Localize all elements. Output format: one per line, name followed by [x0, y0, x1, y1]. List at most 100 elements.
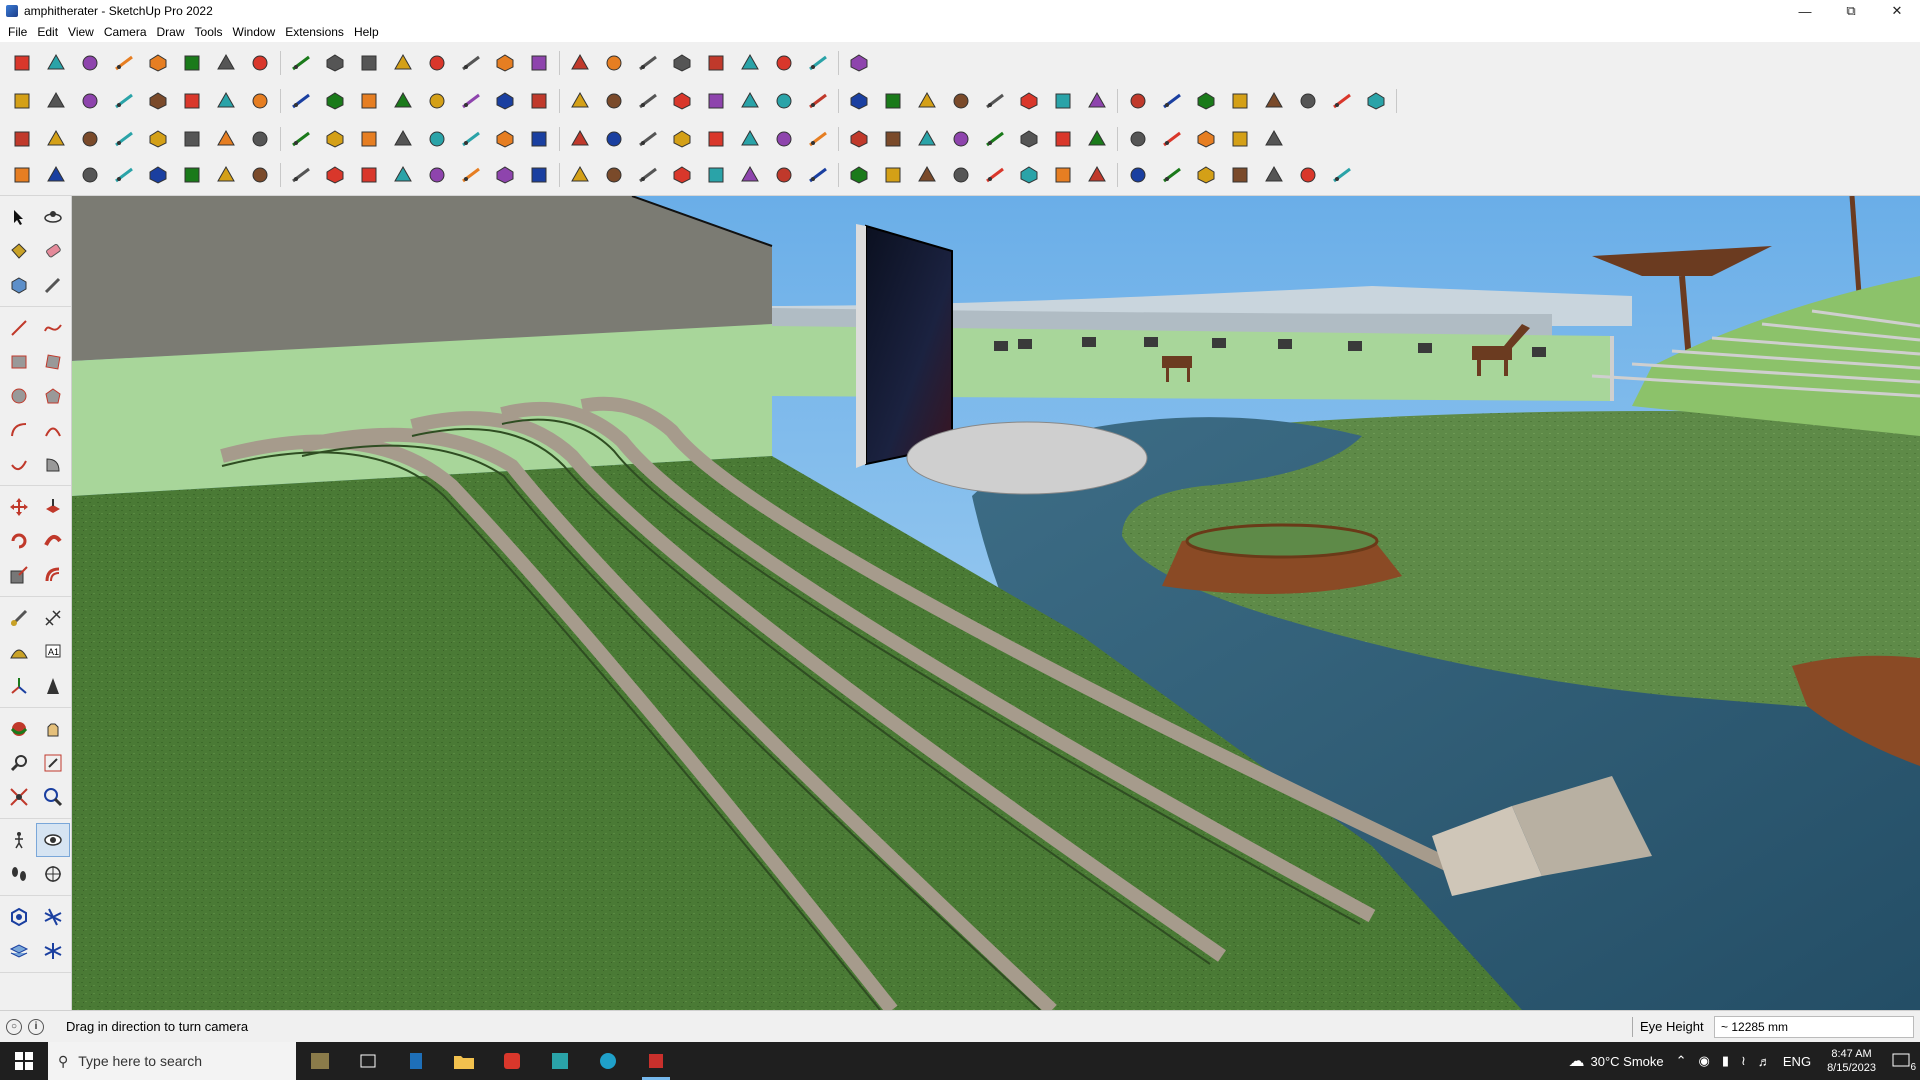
push-icon[interactable] — [110, 87, 138, 115]
brush-icon[interactable] — [770, 87, 798, 115]
acrobat-icon[interactable] — [488, 1042, 536, 1080]
tape-measure-tool-icon[interactable] — [2, 601, 36, 635]
measurements-box[interactable]: ~ 12285 mm — [1714, 1016, 1914, 1038]
grid-orange-2-icon[interactable] — [1124, 125, 1152, 153]
stairs-16-icon[interactable] — [1260, 161, 1288, 189]
shape-9-icon[interactable] — [1083, 87, 1111, 115]
stairs-9-icon[interactable] — [1015, 161, 1043, 189]
orbit-tool-icon[interactable] — [36, 200, 70, 234]
stairs-6-icon[interactable] — [913, 161, 941, 189]
select-icon[interactable] — [42, 49, 70, 77]
shape-1-icon[interactable] — [804, 87, 832, 115]
zoom-extents-icon[interactable] — [600, 49, 628, 77]
taskbar-search[interactable]: ⚲ Type here to search — [48, 1042, 296, 1080]
minimize-button[interactable]: — — [1782, 0, 1828, 22]
paint-bucket-icon[interactable] — [457, 49, 485, 77]
task-view-icon[interactable] — [344, 1042, 392, 1080]
look-around-icon[interactable] — [36, 823, 70, 857]
shape-6-icon[interactable] — [981, 87, 1009, 115]
stairs-17-icon[interactable] — [1294, 161, 1322, 189]
previous-view-icon[interactable] — [36, 780, 70, 814]
three-point-arc-icon[interactable] — [2, 447, 36, 481]
pencil-icon[interactable] — [110, 49, 138, 77]
dots-curve-icon[interactable] — [42, 161, 70, 189]
cursor-icon[interactable] — [736, 87, 764, 115]
shape-e-icon[interactable] — [287, 161, 315, 189]
section-plane-icon[interactable] — [36, 857, 70, 891]
battery-icon[interactable]: ▮ — [1722, 1053, 1729, 1069]
tape-measure-icon[interactable] — [36, 268, 70, 302]
pan-icon[interactable] — [525, 49, 553, 77]
redo-icon[interactable] — [804, 49, 832, 77]
stairs-3-icon[interactable] — [804, 161, 832, 189]
house-3-icon[interactable] — [600, 87, 628, 115]
protractor-icon[interactable] — [2, 635, 36, 669]
stairs-7-icon[interactable] — [947, 161, 975, 189]
line-1-icon[interactable] — [355, 161, 383, 189]
notification-center-icon[interactable]: 6 — [1892, 1053, 1916, 1073]
menu-view[interactable]: View — [66, 25, 102, 39]
clock[interactable]: 8:47 AM 8/15/2023 — [1827, 1047, 1876, 1075]
file-explorer-icon[interactable] — [440, 1042, 488, 1080]
stairs-2-icon[interactable] — [770, 161, 798, 189]
shape-16-icon[interactable] — [1328, 87, 1356, 115]
freehand-tool-icon[interactable] — [36, 311, 70, 345]
sphere-icon[interactable] — [76, 87, 104, 115]
zoom-extents-icon[interactable] — [2, 780, 36, 814]
arrow-4-icon[interactable] — [668, 161, 696, 189]
pie-tool-icon[interactable] — [36, 447, 70, 481]
bell-icon[interactable] — [600, 125, 628, 153]
text-icon[interactable] — [423, 49, 451, 77]
arc-dots-icon[interactable] — [1226, 125, 1254, 153]
arrow-green-icon[interactable] — [212, 87, 240, 115]
weather-widget[interactable]: ☁ 30°C Smoke — [1568, 1051, 1663, 1071]
arrows-icon[interactable] — [770, 125, 798, 153]
shape-8-icon[interactable] — [1049, 87, 1077, 115]
text-tool-icon[interactable]: A1 — [36, 635, 70, 669]
arrow-2-icon[interactable] — [600, 161, 628, 189]
taskbar-widget-icon[interactable] — [296, 1042, 344, 1080]
zoom-window-icon[interactable] — [36, 746, 70, 780]
geo-location-icon[interactable]: ○ — [6, 1018, 22, 1035]
plane-grey-icon[interactable] — [178, 125, 206, 153]
terrain-icon[interactable] — [491, 87, 519, 115]
cross-icon[interactable] — [491, 125, 519, 153]
box-icon[interactable] — [8, 87, 36, 115]
push-pull-icon[interactable] — [36, 490, 70, 524]
axes-tool-icon[interactable] — [2, 669, 36, 703]
grid-dots-icon[interactable] — [1260, 125, 1288, 153]
grid-orange-icon[interactable] — [1083, 125, 1111, 153]
walk-icon[interactable] — [2, 857, 36, 891]
arrow-3-icon[interactable] — [634, 161, 662, 189]
link-icon[interactable] — [389, 125, 417, 153]
dots-line-icon[interactable] — [8, 161, 36, 189]
sandbox-scratch-icon[interactable] — [36, 900, 70, 934]
text-component-icon[interactable] — [110, 125, 138, 153]
stairs-8-icon[interactable] — [981, 161, 1009, 189]
bucket-icon[interactable] — [804, 125, 832, 153]
menu-window[interactable]: Window — [231, 25, 284, 39]
shape-11-icon[interactable] — [1158, 87, 1186, 115]
follow-me-icon[interactable] — [36, 524, 70, 558]
texture-icon[interactable] — [178, 49, 206, 77]
move-tool-icon[interactable] — [2, 490, 36, 524]
model-viewport[interactable] — [72, 196, 1920, 1010]
dimension-tool-icon[interactable] — [36, 601, 70, 635]
shape-b-icon[interactable] — [178, 161, 206, 189]
arrow-5-icon[interactable] — [702, 161, 730, 189]
car-icon[interactable] — [76, 161, 104, 189]
stairs-13-icon[interactable] — [1158, 161, 1186, 189]
position-camera-icon[interactable] — [2, 823, 36, 857]
line-blue-2-icon[interactable] — [389, 87, 417, 115]
menu-camera[interactable]: Camera — [102, 25, 155, 39]
sketchup-taskbar-icon[interactable] — [632, 1042, 680, 1080]
volume-icon[interactable]: ♬ — [1758, 1054, 1771, 1069]
scale-icon[interactable] — [355, 49, 383, 77]
edge-browser-icon[interactable] — [584, 1042, 632, 1080]
orbit-icon[interactable] — [2, 712, 36, 746]
window-icon[interactable] — [1049, 125, 1077, 153]
menu-file[interactable]: File — [6, 25, 35, 39]
house-2-icon[interactable] — [566, 87, 594, 115]
plane-blue-2-icon[interactable] — [42, 125, 70, 153]
camera-icon[interactable] — [1015, 125, 1043, 153]
